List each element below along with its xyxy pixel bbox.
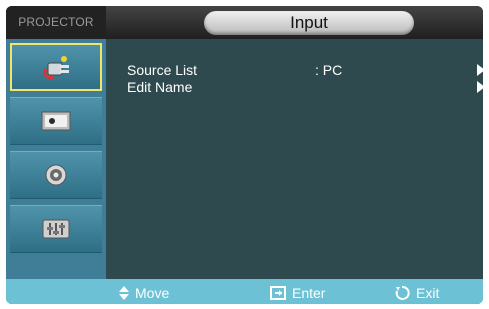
- gear-icon: [45, 164, 67, 186]
- menu-item-label: Source List: [127, 62, 198, 78]
- sidebar-item-input[interactable]: [10, 43, 102, 91]
- sidebar-item-picture[interactable]: [10, 97, 102, 145]
- menu-item-value: : PC: [315, 62, 343, 78]
- brand-label: PROJECTOR: [6, 6, 106, 39]
- bottom-hint-bar: Move Enter Exit: [6, 279, 483, 304]
- hint-exit-label: Exit: [416, 285, 440, 301]
- hint-exit: Exit: [394, 284, 439, 302]
- title-pill: Input: [204, 11, 414, 35]
- sidebar-item-setup[interactable]: [10, 151, 102, 199]
- hint-move: Move: [119, 284, 169, 302]
- return-icon: [395, 285, 410, 300]
- projector-osd-window: PROJECTOR Input Source List: PC Edit Na…: [6, 6, 483, 304]
- hint-enter-label: Enter: [292, 285, 326, 301]
- top-bar: PROJECTOR Input: [6, 6, 483, 39]
- equalizer-icon: [42, 219, 70, 239]
- sidebar: [6, 39, 106, 279]
- hint-enter: Enter: [270, 284, 325, 302]
- menu-title: Input: [290, 13, 328, 32]
- move-updown-icon: [119, 286, 129, 300]
- hint-move-label: Move: [135, 285, 170, 301]
- plug-icon: [43, 56, 69, 79]
- picture-icon: [41, 111, 71, 131]
- sidebar-item-option[interactable]: [10, 205, 102, 253]
- chevron-right-icon: [477, 81, 483, 93]
- menu-content: Source List : PC Edit Name: [106, 39, 483, 279]
- menu-item-label: Edit Name: [127, 79, 193, 95]
- enter-icon: [270, 286, 286, 300]
- chevron-right-icon: [477, 64, 483, 76]
